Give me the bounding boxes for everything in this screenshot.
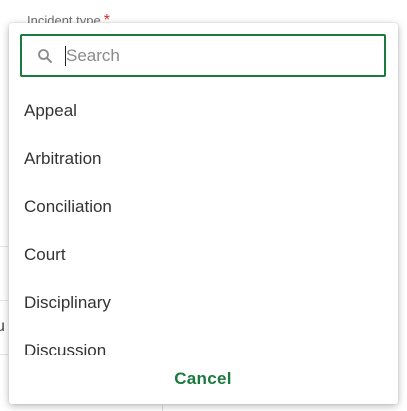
background-divider [162, 405, 163, 411]
search-input[interactable] [66, 40, 366, 71]
cancel-button[interactable]: Cancel [159, 361, 247, 397]
option-list[interactable]: Appeal Arbitration Conciliation Court Di… [9, 87, 398, 355]
option-item[interactable]: Court [9, 231, 398, 279]
search-icon [38, 49, 52, 63]
background-partial-text: u [0, 318, 5, 335]
search-field[interactable] [20, 34, 386, 77]
dialog-footer: Cancel [9, 355, 398, 404]
option-item[interactable]: Appeal [9, 87, 398, 135]
incident-type-picker-dialog: Appeal Arbitration Conciliation Court Di… [9, 23, 398, 404]
option-item[interactable]: Arbitration [9, 135, 398, 183]
background-divider [0, 246, 8, 247]
option-item[interactable]: Conciliation [9, 183, 398, 231]
background-divider [0, 354, 8, 355]
option-item[interactable]: Discussion [9, 327, 398, 355]
option-item[interactable]: Disciplinary [9, 279, 398, 327]
background-divider [0, 300, 8, 301]
